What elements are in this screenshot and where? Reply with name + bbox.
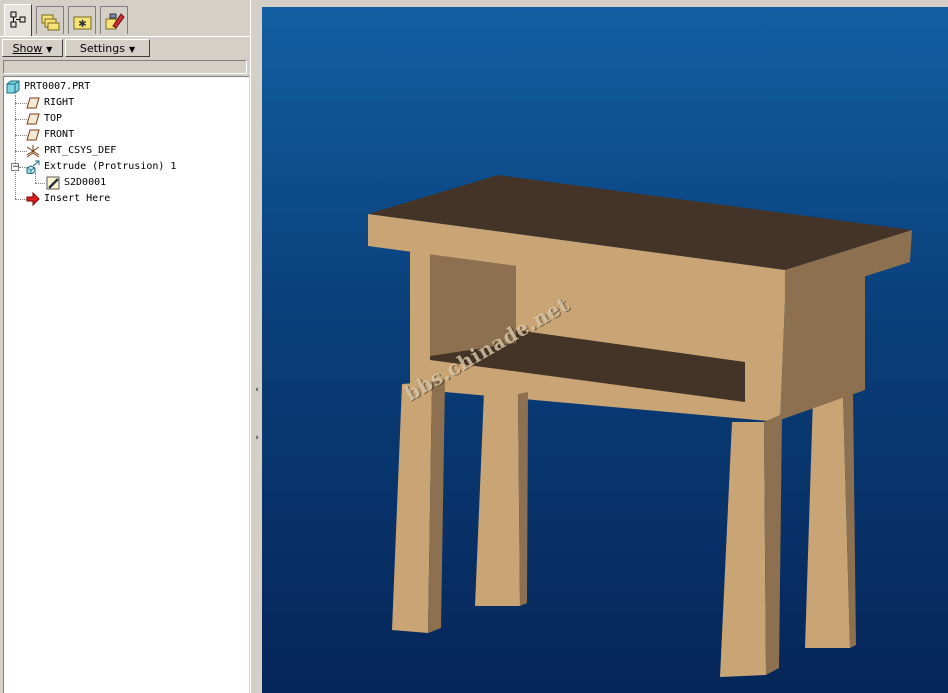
show-menu-label: Show (12, 42, 43, 55)
extrude-icon (26, 160, 40, 174)
settings-menu-label: Settings (79, 42, 125, 55)
navigator-tabs: ✱ (0, 0, 250, 36)
model-leg (392, 382, 432, 633)
connections-icon (105, 13, 125, 30)
tree-connector (35, 183, 45, 184)
navigator-toolbar: Show ▼ Settings ▼ (0, 36, 250, 59)
tree-item-label: Extrude (Protrusion) 1 (44, 161, 177, 172)
model-navigator-panel: ✱ Show ▼ Settings ▼ − PRT0007.PRT RIGHT … (0, 0, 250, 693)
datum-plane-icon (26, 129, 40, 141)
tree-connector (35, 173, 36, 183)
collapse-toggle[interactable]: − (11, 163, 20, 172)
tree-item-label: PRT_CSYS_DEF (44, 145, 117, 156)
tab-folder-browser[interactable] (36, 6, 64, 34)
model-leg (720, 422, 766, 677)
panel-splitter[interactable]: ‹ › (250, 0, 262, 693)
datum-plane-icon (26, 97, 40, 109)
tree-item-label: PRT0007.PRT (24, 81, 91, 92)
tree-header-bar (3, 60, 247, 74)
tree-connector (15, 95, 16, 199)
settings-menu-button[interactable]: Settings ▼ (65, 39, 150, 57)
favorites-icon: ✱ (73, 16, 92, 30)
model-leg-side (764, 414, 782, 675)
tab-model-tree[interactable] (4, 4, 32, 36)
tree-item-label: Insert Here (44, 193, 111, 204)
model-tree: − PRT0007.PRT RIGHT TOP FRONT PRT_CSYS_D… (3, 76, 249, 693)
part-icon (6, 80, 20, 94)
tree-item-label: FRONT (44, 129, 75, 140)
insert-arrow-icon (26, 192, 40, 206)
coordinate-system-icon (26, 145, 40, 158)
collapse-left-icon[interactable]: ‹ (253, 384, 261, 396)
tree-item-label: TOP (44, 113, 63, 124)
tab-connections[interactable] (100, 6, 128, 34)
show-menu-button[interactable]: Show ▼ (2, 39, 63, 57)
tree-item-label: RIGHT (44, 97, 75, 108)
tab-favorites[interactable]: ✱ (68, 6, 96, 34)
model-tree-icon (10, 11, 26, 28)
model-leg (475, 392, 520, 606)
table-model (368, 175, 912, 677)
chevron-down-icon: ▼ (46, 45, 53, 54)
expand-right-icon[interactable]: › (253, 432, 261, 444)
graphics-viewport[interactable]: bbs.chinade.net (262, 7, 948, 693)
tree-item-label: S2D0001 (64, 177, 107, 188)
svg-text:✱: ✱ (78, 19, 86, 30)
folder-browser-icon (41, 14, 60, 31)
sketch-icon (46, 176, 60, 190)
datum-plane-icon (26, 113, 40, 125)
chevron-down-icon: ▼ (128, 45, 136, 54)
model-leg (805, 395, 850, 648)
